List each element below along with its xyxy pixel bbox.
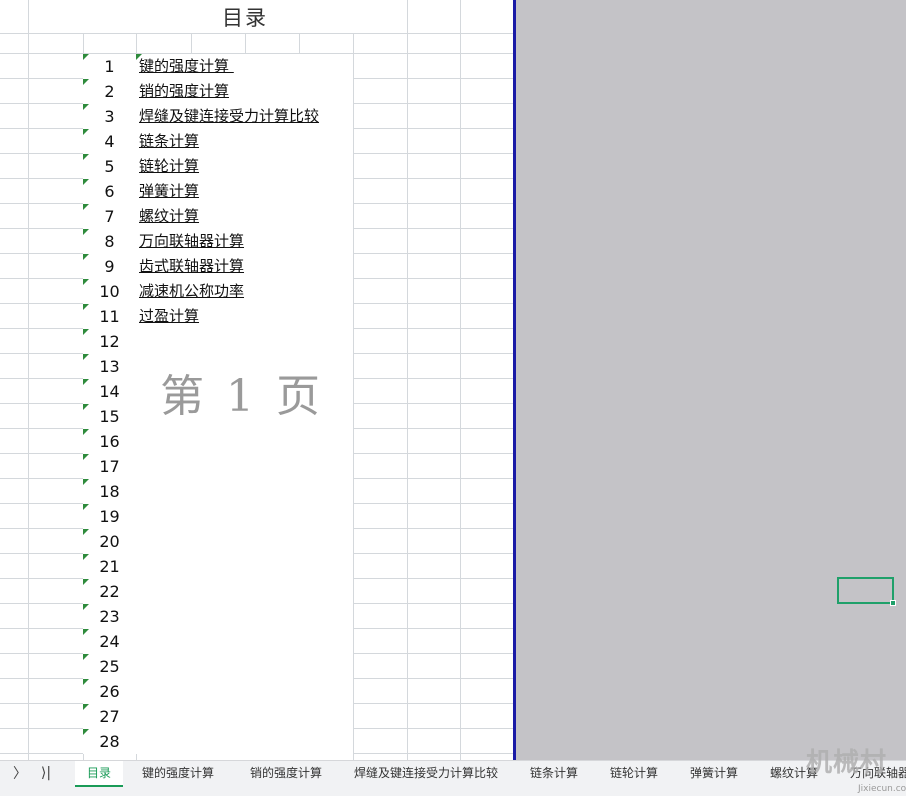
table-row: 18 xyxy=(83,479,353,504)
chevron-right-icon[interactable]: 〉 xyxy=(8,761,32,785)
sheet-hyperlink[interactable]: 弹簧计算 xyxy=(139,179,199,203)
row-number-cell[interactable]: 27 xyxy=(83,704,136,728)
sheet-hyperlink[interactable]: 焊缝及键连接受力计算比较 xyxy=(139,104,319,128)
grid-column-line xyxy=(191,33,192,53)
grid-column-line xyxy=(353,0,354,760)
sheet-title-cell[interactable]: 目录 xyxy=(83,0,407,33)
sheet-hyperlink[interactable]: 万向联轴器计算 xyxy=(139,229,244,253)
table-row: 2 销的强度计算 xyxy=(83,79,353,104)
sheet-tab-active[interactable]: 目录 xyxy=(75,761,124,787)
row-number-cell[interactable]: 2 xyxy=(83,79,136,103)
row-number-cell[interactable]: 11 xyxy=(83,304,136,328)
selected-cell[interactable] xyxy=(837,577,894,604)
sheet-hyperlink[interactable]: 螺纹计算 xyxy=(139,204,199,228)
sheet-hyperlink[interactable]: 减速机公称功率 xyxy=(139,279,244,303)
table-row: 12 xyxy=(83,329,353,354)
row-number-cell[interactable]: 7 xyxy=(83,204,136,228)
table-row: 28 xyxy=(83,729,353,754)
row-number-cell[interactable]: 4 xyxy=(83,129,136,153)
table-row: 5 链轮计算 xyxy=(83,154,353,179)
sheet-tab[interactable]: 键的强度计算 xyxy=(142,761,214,787)
row-number-cell[interactable]: 16 xyxy=(83,429,136,453)
sheet-hyperlink[interactable]: 齿式联轴器计算 xyxy=(139,254,244,278)
grid-column-line xyxy=(407,0,408,760)
table-row: 16 xyxy=(83,429,353,454)
sheet-hyperlink[interactable]: 过盈计算 xyxy=(139,304,199,328)
sheet-tab[interactable]: 链轮计算 xyxy=(610,761,658,787)
row-number-cell[interactable]: 26 xyxy=(83,679,136,703)
table-row: 19 xyxy=(83,504,353,529)
row-number-cell[interactable]: 19 xyxy=(83,504,136,528)
table-row: 1 键的强度计算 xyxy=(83,54,353,79)
grid-row-line xyxy=(0,33,513,34)
table-row: 17 xyxy=(83,454,353,479)
table-row: 11 过盈计算 xyxy=(83,304,353,329)
worksheet-grid[interactable]: 目录 1 键的强度计算 2 销的强度计算 3 焊缝及键连接受力计算比较 4 链条计算 5 链轮计… xyxy=(0,0,513,760)
sheet-hyperlink[interactable]: 链轮计算 xyxy=(139,154,199,178)
table-row: 3 焊缝及键连接受力计算比较 xyxy=(83,104,353,129)
row-number-cell[interactable]: 28 xyxy=(83,729,136,753)
row-number-cell[interactable]: 9 xyxy=(83,254,136,278)
table-row: 21 xyxy=(83,554,353,579)
grid-column-line xyxy=(245,33,246,53)
row-number-cell[interactable]: 23 xyxy=(83,604,136,628)
row-number-cell[interactable]: 3 xyxy=(83,104,136,128)
row-number-cell[interactable]: 8 xyxy=(83,229,136,253)
table-row: 26 xyxy=(83,679,353,704)
table-row: 10 减速机公称功率 xyxy=(83,279,353,304)
row-number-cell[interactable]: 5 xyxy=(83,154,136,178)
table-row: 27 xyxy=(83,704,353,729)
row-number-cell[interactable]: 24 xyxy=(83,629,136,653)
fill-handle[interactable] xyxy=(890,600,896,606)
row-number-cell[interactable]: 10 xyxy=(83,279,136,303)
sheet-tab[interactable]: 弹簧计算 xyxy=(690,761,738,787)
table-row: 23 xyxy=(83,604,353,629)
row-number-cell[interactable]: 12 xyxy=(83,329,136,353)
table-row: 6 弹簧计算 xyxy=(83,179,353,204)
table-row: 8 万向联轴器计算 xyxy=(83,229,353,254)
table-row: 25 xyxy=(83,654,353,679)
table-row: 7 螺纹计算 xyxy=(83,204,353,229)
table-row: 22 xyxy=(83,579,353,604)
outside-print-area xyxy=(516,0,906,760)
sheet-tab[interactable]: 销的强度计算 xyxy=(250,761,322,787)
row-number-cell[interactable]: 13 xyxy=(83,354,136,378)
row-number-cell[interactable]: 18 xyxy=(83,479,136,503)
row-number-cell[interactable]: 1 xyxy=(83,54,136,78)
table-row: 24 xyxy=(83,629,353,654)
grid-column-line xyxy=(28,0,29,760)
row-number-cell[interactable]: 25 xyxy=(83,654,136,678)
grid-column-line xyxy=(460,0,461,760)
sheet-hyperlink[interactable]: 销的强度计算 xyxy=(139,79,229,103)
sheet-tab-bar: 〉 ⟩| 目录 键的强度计算 销的强度计算 焊缝及键连接受力计算比较 链条计算 链轮计算 弹… xyxy=(0,760,906,796)
table-row: 9 齿式联轴器计算 xyxy=(83,254,353,279)
sheet-tab[interactable]: 焊缝及键连接受力计算比较 xyxy=(354,761,498,787)
row-number-cell[interactable]: 14 xyxy=(83,379,136,403)
site-logo-url: Jixiecun.com xyxy=(858,784,906,794)
row-number-cell[interactable]: 6 xyxy=(83,179,136,203)
row-number-cell[interactable]: 22 xyxy=(83,579,136,603)
site-logo: 机械村 xyxy=(806,748,888,778)
sheet-hyperlink[interactable]: 链条计算 xyxy=(139,129,199,153)
chevron-last-icon[interactable]: ⟩| xyxy=(34,761,58,785)
grid-column-line xyxy=(299,33,300,53)
table-row: 20 xyxy=(83,529,353,554)
sheet-tab[interactable]: 链条计算 xyxy=(530,761,578,787)
sheet-hyperlink[interactable]: 键的强度计算 xyxy=(139,54,234,78)
row-number-cell[interactable]: 15 xyxy=(83,404,136,428)
page-watermark: 第 1 页 xyxy=(160,371,324,422)
row-number-cell[interactable]: 17 xyxy=(83,454,136,478)
table-row: 4 链条计算 xyxy=(83,129,353,154)
row-number-cell[interactable]: 21 xyxy=(83,554,136,578)
row-number-cell[interactable]: 20 xyxy=(83,529,136,553)
spreadsheet-window: 目录 1 键的强度计算 2 销的强度计算 3 焊缝及键连接受力计算比较 4 链条计算 5 链轮计… xyxy=(0,0,906,796)
